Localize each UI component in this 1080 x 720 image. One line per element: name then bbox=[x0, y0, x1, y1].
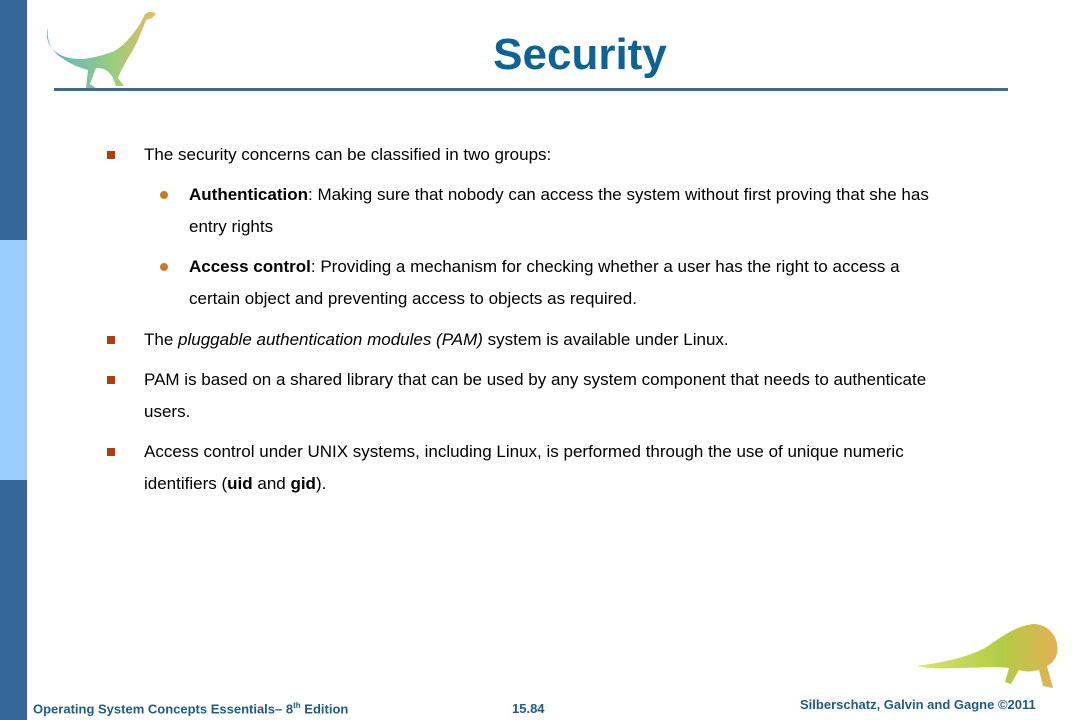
square-bullet-icon bbox=[107, 151, 115, 159]
footer-book-title: Operating System Concepts Essentials– 8t… bbox=[33, 701, 348, 716]
term-uid: uid bbox=[227, 474, 253, 493]
text-segment: ). bbox=[315, 474, 327, 493]
sub-bullet-text-continued: entry rights bbox=[189, 217, 274, 236]
footer-book-title-edition: Edition bbox=[300, 701, 349, 717]
term-pam: pluggable authentication modules (PAM) bbox=[178, 330, 483, 349]
sub-bullet-text-rest: : Providing a mechanism for checking whe… bbox=[310, 257, 900, 276]
square-bullet-icon bbox=[107, 376, 115, 384]
sub-bullet-text: Authentication: Making sure that nobody … bbox=[189, 185, 929, 205]
footer-book-title-sup: th bbox=[293, 701, 301, 710]
footer-copyright: Silberschatz, Galvin and Gagne ©2011 bbox=[800, 697, 1036, 712]
bullet-text-continued: identifiers (uid and gid). bbox=[144, 474, 326, 494]
bullet-text-continued: users. bbox=[144, 402, 191, 421]
bullet-text-post: system is available under Linux. bbox=[482, 330, 729, 349]
title-divider bbox=[54, 88, 1008, 91]
bullet-text: The pluggable authentication modules (PA… bbox=[144, 330, 729, 350]
term-authentication: Authentication bbox=[189, 185, 308, 204]
square-bullet-icon bbox=[107, 448, 115, 456]
term-gid: gid bbox=[290, 474, 316, 493]
bullet-text-pre: The bbox=[144, 330, 179, 349]
slide-title: Security bbox=[493, 30, 667, 79]
term-access-control: Access control bbox=[189, 257, 311, 276]
round-bullet-icon bbox=[160, 191, 168, 199]
sub-bullet-text: Access control: Providing a mechanism fo… bbox=[189, 257, 900, 277]
footer-page-number: 15.84 bbox=[512, 701, 545, 716]
square-bullet-icon bbox=[107, 336, 115, 344]
round-bullet-icon bbox=[160, 263, 168, 271]
text-segment: and bbox=[252, 474, 291, 493]
bullet-text: PAM is based on a shared library that ca… bbox=[144, 370, 927, 389]
sidebar-band-bottom bbox=[0, 480, 27, 720]
sub-bullet-text-continued: certain object and preventing access to … bbox=[189, 289, 637, 308]
bullet-text: The security concerns can be classified … bbox=[144, 145, 552, 164]
sidebar-decoration bbox=[0, 0, 27, 720]
dinosaur-footer-icon bbox=[917, 624, 1058, 688]
footer-book-title-text: Operating System Concepts Essentials– 8 bbox=[33, 701, 294, 717]
text-segment: identifiers ( bbox=[144, 474, 228, 493]
sub-bullet-text-rest: : Making sure that nobody can access the… bbox=[308, 185, 929, 204]
sidebar-band-light bbox=[0, 240, 27, 480]
bullet-text: Access control under UNIX systems, inclu… bbox=[144, 442, 904, 461]
